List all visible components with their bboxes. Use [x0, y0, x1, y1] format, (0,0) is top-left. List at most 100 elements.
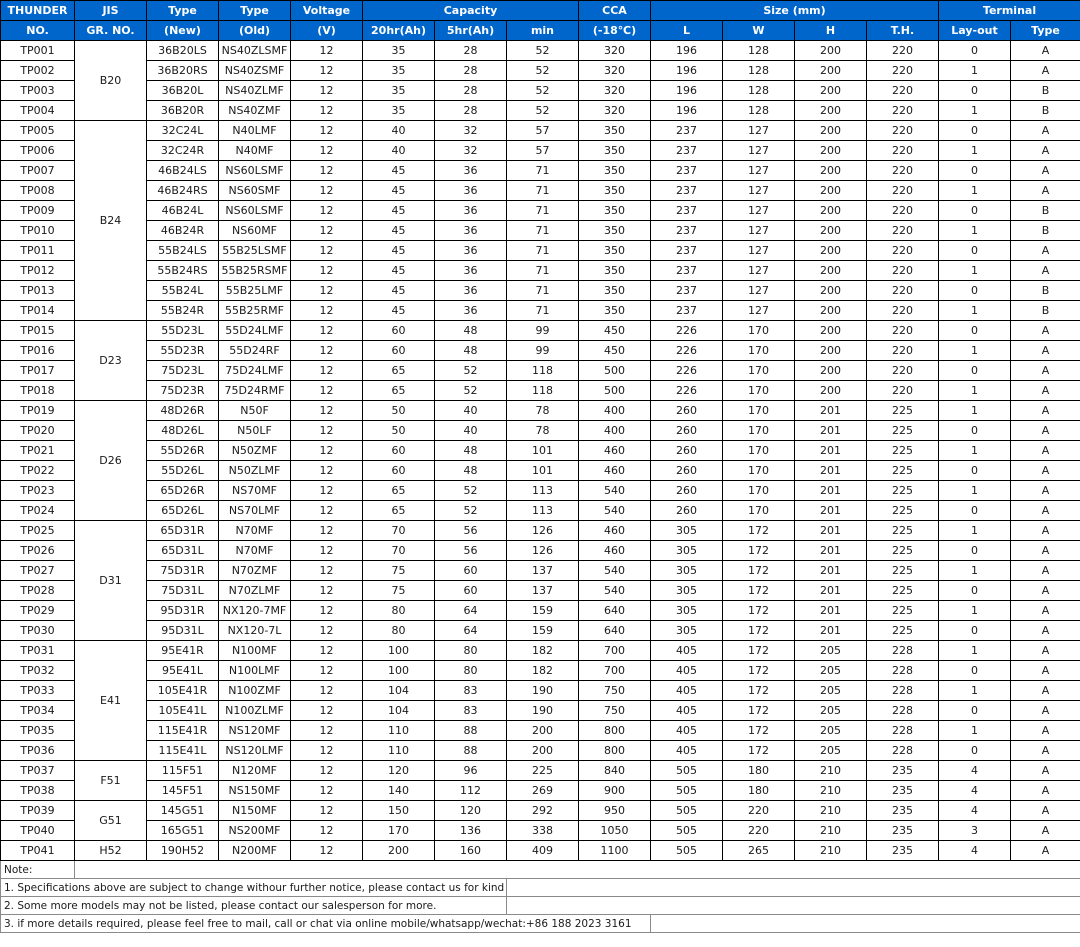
- table-row: TP037 F51 115F51 N120MF 12 120 96 225 840 505 180 2…: [0, 760, 1080, 801]
- cell-cap-20hr: 50: [362, 420, 435, 441]
- table-row: TP018 75D23R 75D24RMF 12 65 52 118 500 226 170 200…: [0, 380, 1080, 401]
- cell-thunder-no: TP006: [0, 140, 75, 161]
- cell-thunder-no: TP041: [0, 840, 75, 861]
- cell-terminal-type: A: [1010, 540, 1080, 561]
- cell-size-w: 172: [722, 640, 795, 661]
- cell-layout: 0: [938, 160, 1011, 181]
- cell-cca: 540: [578, 580, 651, 601]
- cell-size-h: 200: [794, 40, 867, 61]
- cell-cap-5hr: 64: [434, 600, 507, 621]
- cell-type-new: 36B20L: [146, 80, 219, 101]
- cell-cap-20hr: 45: [362, 260, 435, 281]
- cell-size-w: 128: [722, 60, 795, 81]
- cell-voltage: 12: [290, 280, 363, 301]
- cell-type-old: N100MF: [218, 640, 291, 661]
- cell-cap-20hr: 65: [362, 480, 435, 501]
- cell-terminal-type: B: [1010, 280, 1080, 301]
- cell-type-old: NS60LSMF: [218, 200, 291, 221]
- cell-size-th: 220: [866, 180, 939, 201]
- cell-size-w: 127: [722, 140, 795, 161]
- cell-thunder-no: TP020: [0, 420, 75, 441]
- cell-voltage: 12: [290, 420, 363, 441]
- cell-cap-20hr: 75: [362, 580, 435, 601]
- cell-cap-20hr: 45: [362, 240, 435, 261]
- header-type-old: Type: [218, 0, 291, 21]
- cell-cca: 500: [578, 380, 651, 401]
- cell-voltage: 12: [290, 200, 363, 221]
- cell-size-l: 237: [650, 200, 723, 221]
- cell-type-old: NS200MF: [218, 820, 291, 841]
- cell-type-new: 55D23R: [146, 340, 219, 361]
- cell-jis-group: F51: [74, 760, 147, 801]
- cell-type-new: 75D31L: [146, 580, 219, 601]
- cell-layout: 1: [938, 600, 1011, 621]
- cell-terminal-type: A: [1010, 360, 1080, 381]
- cell-layout: 4: [938, 800, 1011, 821]
- table-row: TP022 55D26L N50ZLMF 12 60 48 101 460 260 170 201 2…: [0, 460, 1080, 481]
- cell-cap-20hr: 104: [362, 680, 435, 701]
- cell-size-l: 237: [650, 240, 723, 261]
- cell-type-old: N50ZMF: [218, 440, 291, 461]
- cell-type-old: NS60MF: [218, 220, 291, 241]
- cell-size-th: 225: [866, 620, 939, 641]
- cell-cap-20hr: 120: [362, 760, 435, 781]
- header-cca-temp: (-18℃): [578, 20, 651, 41]
- header-size-th: T.H.: [866, 20, 939, 41]
- cell-cap-min: 52: [506, 80, 579, 101]
- cell-cca: 640: [578, 600, 651, 621]
- table-row: TP013 55B24L 55B25LMF 12 45 36 71 350 237 127 200 2…: [0, 280, 1080, 301]
- cell-size-th: 220: [866, 260, 939, 281]
- cell-cap-5hr: 48: [434, 460, 507, 481]
- cell-thunder-no: TP009: [0, 200, 75, 221]
- cell-cap-5hr: 88: [434, 720, 507, 741]
- cell-type-old: NS120MF: [218, 720, 291, 741]
- cell-cap-min: 99: [506, 340, 579, 361]
- cell-size-w: 220: [722, 800, 795, 821]
- cell-size-l: 196: [650, 100, 723, 121]
- cell-cap-20hr: 40: [362, 120, 435, 141]
- cell-cap-min: 190: [506, 680, 579, 701]
- cell-voltage: 12: [290, 640, 363, 661]
- cell-size-l: 237: [650, 220, 723, 241]
- cell-voltage: 12: [290, 840, 363, 861]
- cell-cap-5hr: 96: [434, 760, 507, 781]
- cell-cca: 460: [578, 460, 651, 481]
- cell-thunder-no: TP032: [0, 660, 75, 681]
- cell-cap-min: 71: [506, 280, 579, 301]
- cell-size-th: 228: [866, 660, 939, 681]
- table-row: TP008 46B24RS NS60SMF 12 45 36 71 350 237 127 200 2…: [0, 180, 1080, 201]
- cell-terminal-type: A: [1010, 500, 1080, 521]
- cell-size-l: 260: [650, 500, 723, 521]
- cell-cca: 900: [578, 780, 651, 801]
- cell-cap-5hr: 64: [434, 620, 507, 641]
- cell-cap-5hr: 36: [434, 300, 507, 321]
- cell-layout: 0: [938, 660, 1011, 681]
- cell-cap-min: 71: [506, 200, 579, 221]
- header-size: Size (mm): [650, 0, 939, 21]
- cell-cap-20hr: 70: [362, 540, 435, 561]
- cell-thunder-no: TP017: [0, 360, 75, 381]
- cell-type-new: 65D26L: [146, 500, 219, 521]
- cell-type-new: 95E41L: [146, 660, 219, 681]
- table-row: TP024 65D26L NS70LMF 12 65 52 113 540 260 170 201 2…: [0, 500, 1080, 521]
- cell-size-th: 220: [866, 40, 939, 61]
- cell-jis-group: E41: [74, 640, 147, 761]
- header-size-l: L: [650, 20, 723, 41]
- cell-size-w: 172: [722, 740, 795, 761]
- cell-size-w: 172: [722, 680, 795, 701]
- cell-size-th: 220: [866, 340, 939, 361]
- cell-voltage: 12: [290, 160, 363, 181]
- cell-size-h: 210: [794, 800, 867, 821]
- cell-size-th: 235: [866, 780, 939, 801]
- cell-cap-min: 200: [506, 720, 579, 741]
- cell-type-old: NS70LMF: [218, 500, 291, 521]
- cell-terminal-type: A: [1010, 680, 1080, 701]
- cell-cap-min: 409: [506, 840, 579, 861]
- cell-cap-min: 126: [506, 540, 579, 561]
- cell-size-w: 127: [722, 300, 795, 321]
- cell-size-w: 265: [722, 840, 795, 861]
- cell-voltage: 12: [290, 760, 363, 781]
- cell-type-new: 46B24LS: [146, 160, 219, 181]
- cell-voltage: 12: [290, 680, 363, 701]
- cell-voltage: 12: [290, 40, 363, 61]
